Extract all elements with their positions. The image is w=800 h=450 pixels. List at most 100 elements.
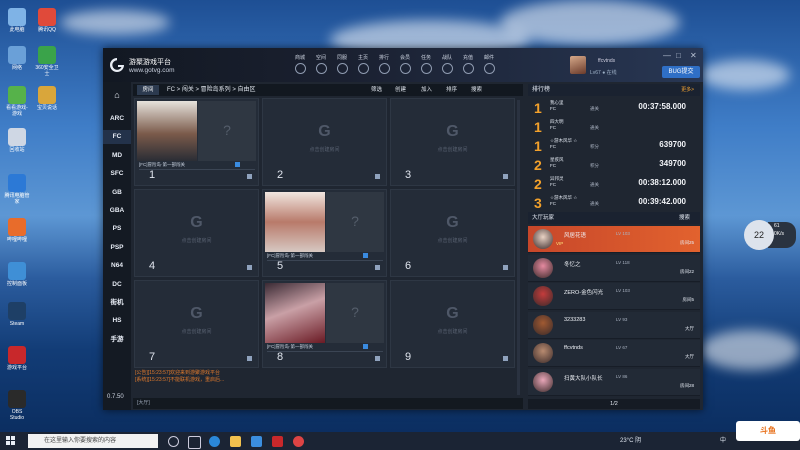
lobby-player-row[interactable]: 风居花语 LV 103 房间25 VIP — [528, 226, 700, 253]
avatar[interactable] — [533, 343, 553, 363]
sidebar-item[interactable]: 手游 — [103, 333, 131, 347]
empty-seat[interactable]: ? — [326, 283, 384, 343]
search-button[interactable]: 搜索 — [471, 85, 482, 95]
sidebar-item[interactable]: ARC — [103, 112, 131, 126]
lobby-player-row[interactable]: ffcvtnds LV 67 大厅 — [528, 340, 700, 367]
sidebar-item[interactable]: SFC — [103, 167, 131, 181]
desktop-icon[interactable]: 控制面板 — [4, 262, 30, 287]
more-link[interactable]: 更多> — [681, 84, 694, 96]
desktop-icon[interactable]: 360安全卫士 — [34, 46, 60, 77]
join-button[interactable]: 加入 — [421, 85, 432, 95]
room-cell[interactable]: G 点击创建房间 7 — [134, 280, 259, 368]
sort-button[interactable]: 排序 — [446, 85, 457, 95]
desktop-icon[interactable]: 哔哩哔哩 — [4, 218, 30, 243]
nav-item-3[interactable]: 主页 — [354, 54, 372, 74]
close-icon[interactable]: ✕ — [690, 51, 697, 60]
chat-input[interactable]: [大厅] — [133, 398, 523, 409]
room-cell[interactable]: ? [FC]冒险岛·第一部闯关 1 — [134, 98, 259, 186]
player-portrait[interactable] — [265, 283, 325, 343]
lobby-search-button[interactable]: 搜索 — [679, 212, 690, 224]
player-location: 房间28 — [679, 382, 694, 388]
room-cell[interactable]: G 点击创建房间 4 — [134, 189, 259, 277]
sidebar-item[interactable]: N64 — [103, 259, 131, 273]
pager[interactable]: 1/2 — [528, 399, 700, 409]
nav-item-5[interactable]: 会员 — [396, 54, 414, 74]
desktop-icon[interactable]: 腾讯QQ — [34, 8, 60, 33]
player-portrait[interactable] — [265, 192, 325, 252]
room-cell[interactable]: ? [FC]冒险岛·第一部闯关 8 — [262, 280, 387, 368]
weather[interactable]: 23°C 阴 — [620, 432, 641, 450]
desktop-icon[interactable]: 腾讯电脑管家 — [4, 174, 30, 205]
nav-item-8[interactable]: 充值 — [459, 54, 477, 74]
task-view-icon[interactable] — [188, 436, 201, 449]
avatar[interactable] — [533, 229, 553, 249]
avatar[interactable] — [533, 257, 553, 278]
cortana-icon[interactable] — [168, 436, 179, 447]
ranking-row[interactable]: 1 四大明 FC 通关 — [528, 117, 700, 136]
desktop-icon[interactable]: 看看游戏-游戏 — [4, 86, 30, 117]
avatar[interactable] — [533, 286, 553, 306]
taskbar-search-input[interactable]: 在这里输入你要搜索的内容 — [28, 434, 158, 448]
desktop-icon[interactable]: 网络 — [4, 46, 30, 71]
home-icon[interactable]: ⌂ — [103, 90, 131, 100]
nav-item-2[interactable]: 同服 — [333, 54, 351, 74]
ranking-row[interactable]: 3 ☆游木风华 ☆ FC 通关 00:39:42.000 — [528, 193, 700, 212]
nav-item-4[interactable]: 排行 — [375, 54, 393, 74]
player-portrait[interactable] — [137, 101, 197, 161]
nav-item-0[interactable]: 商城 — [291, 54, 309, 74]
sidebar-item[interactable]: MD — [103, 149, 131, 163]
desktop-icon[interactable]: 回收站 — [4, 128, 30, 153]
lobby-player-row[interactable]: 3233283 LV 93 大厅 — [528, 311, 700, 339]
input-language[interactable]: 中 — [720, 432, 726, 450]
desktop-icon[interactable]: 游戏平台 — [4, 346, 30, 371]
desktop-icon[interactable]: OBS Studio — [4, 390, 30, 421]
room-cell[interactable]: G 点击创建房间 3 — [390, 98, 515, 186]
nav-item-7[interactable]: 战队 — [438, 54, 456, 74]
sidebar-item[interactable]: FC — [103, 130, 131, 145]
minimize-icon[interactable]: — — [663, 51, 671, 60]
ranking-row[interactable]: 1 我心里 FC 通关 00:37:58.000 — [528, 98, 700, 117]
scrollbar-track[interactable] — [517, 100, 520, 395]
empty-seat[interactable]: ? — [326, 192, 384, 252]
desktop-icon[interactable]: Steam — [4, 302, 30, 327]
sidebar-item[interactable]: DC — [103, 278, 131, 292]
sidebar-item[interactable]: GB — [103, 186, 131, 200]
sidebar-item[interactable]: HS — [103, 314, 131, 328]
ranking-row[interactable]: 2 星疾风 FC 积分 349700 — [528, 155, 700, 174]
sidebar-item[interactable]: PS — [103, 222, 131, 236]
tab-rooms[interactable]: 房间 — [137, 85, 159, 95]
ranking-row[interactable]: 1 ☆游木风华 ☆ FC 积分 639700 — [528, 136, 700, 155]
lobby-player-row[interactable]: 冬忆之 LV 118 房间22 — [528, 254, 700, 282]
nav-item-1[interactable]: 空间 — [312, 54, 330, 74]
desktop-icon[interactable]: 宝贝说话 — [34, 86, 60, 111]
sidebar-item[interactable]: GBA — [103, 204, 131, 218]
chrome-icon[interactable] — [293, 436, 304, 447]
game-platform-icon[interactable] — [272, 436, 283, 447]
desktop-icon[interactable]: 此电脑 — [4, 8, 30, 33]
bug-report-button[interactable]: BUG提交 — [662, 66, 700, 78]
ranking-row[interactable]: 2 异邦灵 FC 通关 00:38:12.000 — [528, 174, 700, 193]
room-cell[interactable]: G 点击创建房间 2 — [262, 98, 387, 186]
sidebar-item[interactable]: PSP — [103, 241, 131, 255]
store-icon[interactable] — [251, 436, 262, 447]
windows-start-icon[interactable] — [6, 436, 16, 446]
room-cell[interactable]: ? [FC]冒险岛·第一部闯关 5 — [262, 189, 387, 277]
speed-gauge[interactable]: 22 — [744, 220, 774, 250]
lobby-player-row[interactable]: ZERO-金色闪光 LV 103 房间5 — [528, 283, 700, 310]
empty-seat[interactable]: ? — [198, 101, 256, 161]
sidebar-item[interactable]: 街机 — [103, 296, 131, 310]
avatar[interactable] — [533, 314, 553, 335]
room-cell[interactable]: G 点击创建房间 6 — [390, 189, 515, 277]
avatar[interactable] — [533, 371, 553, 392]
edge-icon[interactable] — [209, 436, 220, 447]
create-button[interactable]: 创建 — [395, 85, 406, 95]
filter-button[interactable]: 筛选 — [371, 85, 382, 95]
nav-item-6[interactable]: 任务 — [417, 54, 435, 74]
file-explorer-icon[interactable] — [230, 436, 241, 447]
desktop-icon-label: 控制面板 — [6, 281, 27, 287]
avatar[interactable] — [570, 56, 586, 74]
room-cell[interactable]: G 点击创建房间 9 — [390, 280, 515, 368]
lobby-player-row[interactable]: 扫黄大队小队长 LV 86 房间28 — [528, 368, 700, 396]
nav-item-9[interactable]: 邮件 — [480, 54, 498, 74]
maximize-icon[interactable]: □ — [676, 51, 681, 60]
